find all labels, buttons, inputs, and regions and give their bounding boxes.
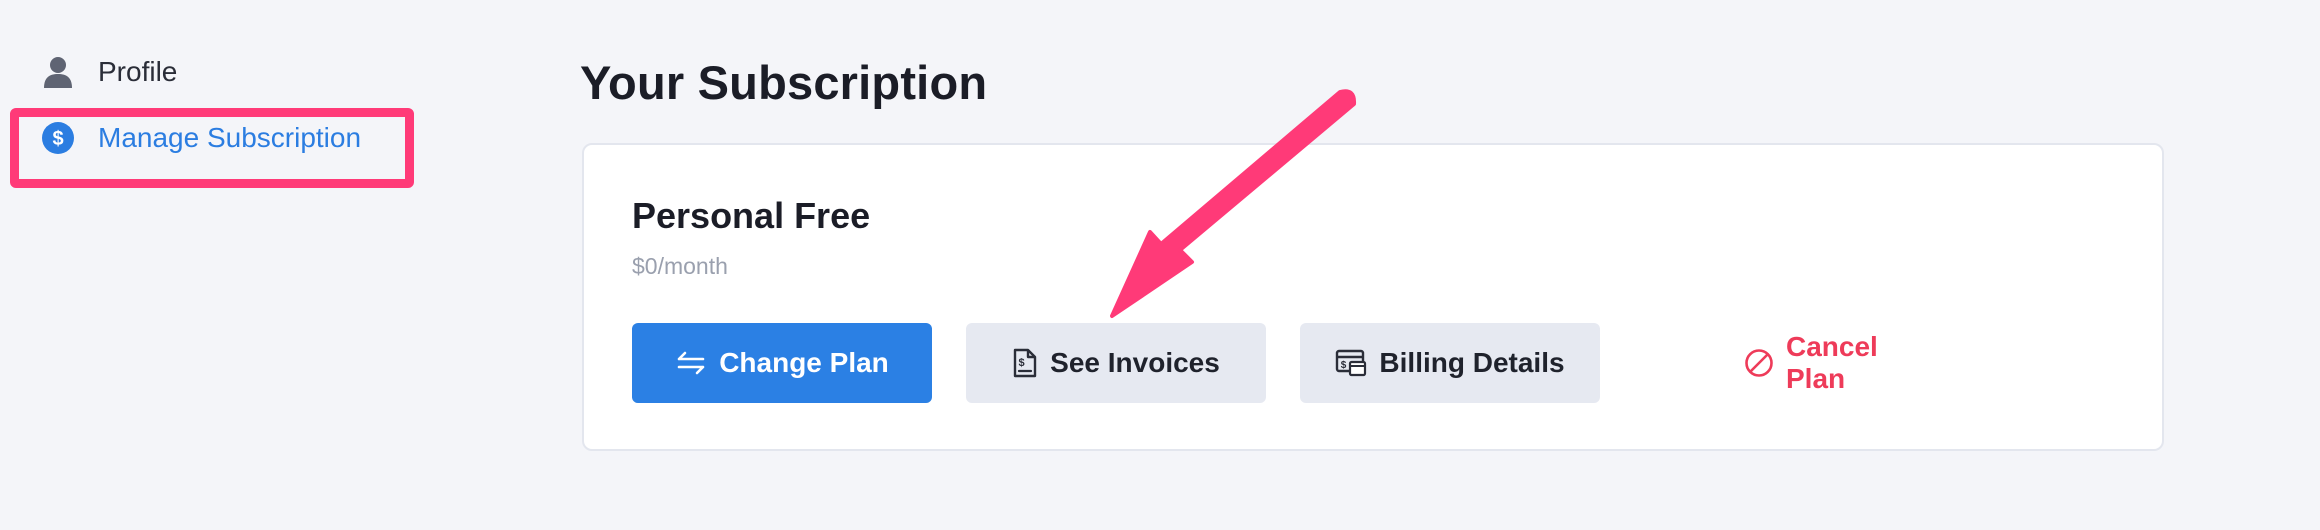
see-invoices-button[interactable]: $ See Invoices: [966, 323, 1266, 403]
sidebar-item-label: Manage Subscription: [98, 122, 362, 153]
plan-name: Personal Free: [632, 195, 871, 236]
swap-arrows-icon: [675, 351, 707, 375]
billing-card-icon: $: [1335, 349, 1367, 377]
sidebar-item-profile[interactable]: Profile: [40, 52, 177, 92]
cancel-circle-icon: [1744, 348, 1774, 378]
change-plan-button[interactable]: Change Plan: [632, 323, 932, 403]
sidebar-item-manage-subscription[interactable]: $ Manage Subscription: [40, 118, 361, 158]
user-icon: [40, 54, 76, 90]
cancel-plan-button[interactable]: Cancel Plan: [1744, 323, 1944, 403]
sidebar-item-label: Profile: [98, 56, 178, 87]
subscription-card: Personal Free $0/month Change Plan $ See…: [582, 143, 2164, 451]
billing-details-label: Billing Details: [1379, 347, 1565, 378]
svg-text:$: $: [52, 128, 63, 150]
plan-price: $0/month: [632, 253, 728, 279]
dollar-circle-icon: $: [40, 120, 76, 156]
billing-details-button[interactable]: $ Billing Details: [1300, 323, 1600, 403]
svg-text:$: $: [1019, 357, 1025, 369]
invoice-document-icon: $: [1012, 348, 1038, 378]
cancel-plan-label: Cancel Plan: [1786, 331, 1878, 394]
svg-text:$: $: [1341, 360, 1347, 371]
see-invoices-label: See Invoices: [1050, 347, 1220, 378]
page-title: Your Subscription: [580, 56, 988, 109]
change-plan-label: Change Plan: [719, 347, 889, 378]
